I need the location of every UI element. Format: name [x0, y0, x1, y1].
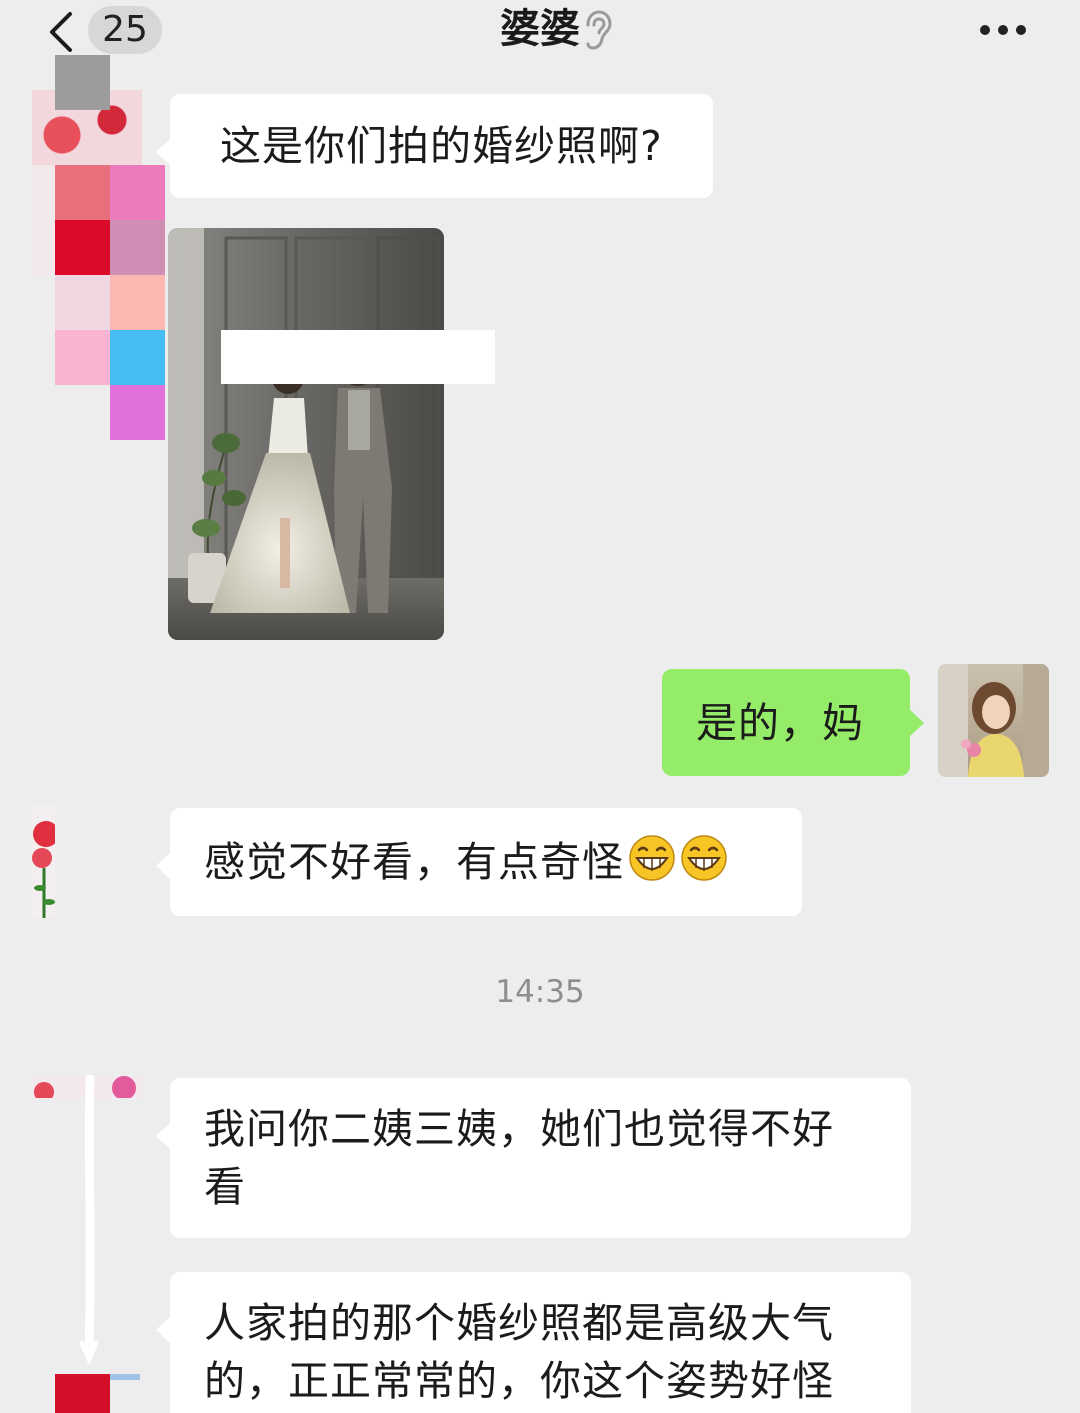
contact-avatar[interactable]: [32, 806, 55, 918]
redaction-block: [221, 330, 495, 384]
avatar-photo: [938, 664, 1049, 777]
incoming-message[interactable]: 人家拍的那个婚纱照都是高级大气 的，正正常常的，你这个姿势好怪: [156, 1272, 911, 1413]
message-line: 看: [204, 1163, 246, 1211]
chat-screen: 25 婆婆 这是你们拍的婚纱照啊? 是的，妈 感觉不好看，有点奇怪 14:35 …: [0, 0, 1080, 1413]
incoming-message[interactable]: 我问你二姨三姨，她们也觉得不好 看: [156, 1078, 911, 1238]
avatar-mosaic: [55, 55, 110, 110]
message-line: 的，正正常常的，你这个姿势好怪: [204, 1357, 834, 1405]
message-line: 人家拍的那个婚纱照都是高级大气: [204, 1299, 834, 1347]
grin-emoji: [629, 835, 675, 881]
avatar-mosaic: [55, 1374, 110, 1413]
incoming-message[interactable]: 这是你们拍的婚纱照啊?: [156, 94, 713, 198]
message-line: 我问你二姨三姨，她们也觉得不好: [204, 1105, 834, 1153]
wedding-photo-message[interactable]: [168, 228, 444, 640]
rose-avatar-image: [32, 806, 55, 918]
scroll-indicator: [80, 1075, 98, 1365]
timestamp: 14:35: [495, 974, 585, 1010]
outgoing-message[interactable]: 是的，妈: [662, 669, 924, 776]
wedding-photo: [168, 228, 444, 640]
message-text: 感觉不好看，有点奇怪: [204, 838, 624, 886]
grin-emoji: [681, 835, 727, 881]
my-avatar[interactable]: [938, 664, 1049, 777]
incoming-message[interactable]: 感觉不好看，有点奇怪: [156, 808, 802, 916]
chat-title[interactable]: 婆婆: [0, 0, 1080, 58]
ear-icon: [586, 10, 612, 50]
message-text: 是的，妈: [696, 699, 864, 747]
chat-header: 25 婆婆: [0, 0, 1080, 62]
more-dots-icon[interactable]: [970, 12, 1036, 48]
message-text: 这是你们拍的婚纱照啊?: [220, 122, 663, 170]
